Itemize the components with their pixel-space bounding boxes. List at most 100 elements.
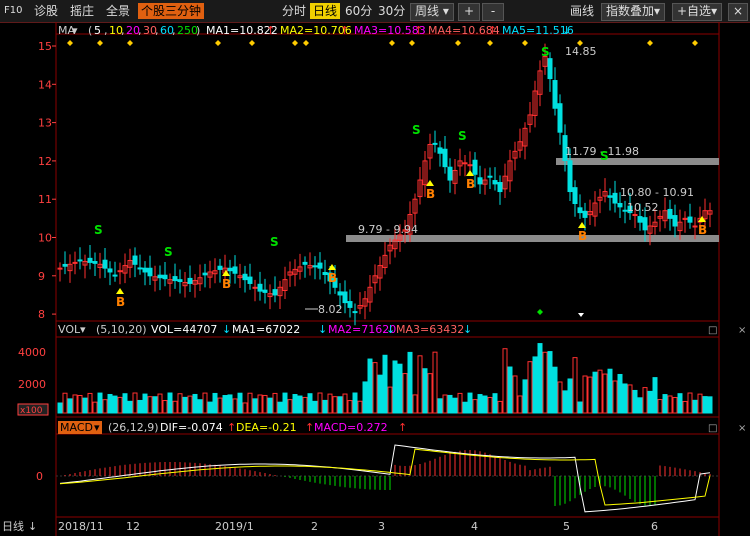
volume-bar [187, 395, 193, 414]
volume-bar [682, 400, 688, 414]
volume-bar [152, 396, 158, 414]
week-label: 周线 [415, 4, 440, 18]
macd-indicator [56, 444, 719, 513]
ma-trend-arrow: ↑ [340, 24, 349, 37]
event-marker-icon [537, 309, 543, 315]
volume-bar [302, 396, 308, 414]
period-tab-60min[interactable]: 60分 [345, 3, 372, 19]
volume-bar [222, 395, 228, 414]
volume-bar [237, 392, 243, 414]
event-marker-icon [692, 40, 698, 46]
macd-label[interactable]: MACD [60, 421, 93, 434]
candle-body [62, 263, 68, 267]
period-indicator[interactable]: 日线 [2, 519, 24, 533]
svg-text:,: , [104, 24, 108, 37]
candle-body [582, 210, 588, 218]
toolbar-item-shake[interactable]: 摇庄 [70, 3, 94, 19]
candle-body [72, 261, 78, 264]
candle-body [217, 265, 223, 270]
volume-bar [117, 396, 123, 414]
close-icon[interactable]: × [728, 3, 748, 21]
candle-body [687, 216, 693, 223]
event-marker-icon [67, 40, 73, 46]
buy-signal: B [328, 271, 337, 285]
price-tick: 11 [38, 193, 52, 206]
candle-body [447, 166, 453, 181]
candle-body [632, 214, 638, 217]
volume-bar [122, 393, 128, 414]
volume-bar [662, 394, 668, 414]
volume-bar [172, 400, 178, 414]
add-watchlist-dropdown[interactable]: +自选▾ [672, 3, 723, 21]
period-select-week[interactable]: 周线 ▾ [410, 3, 454, 21]
volume-bar [282, 392, 288, 414]
range-label-4: 10.52 [627, 201, 659, 214]
volume-bar [627, 384, 633, 414]
period-tab-30min[interactable]: 30分 [378, 3, 405, 19]
period-tab-daily[interactable]: 日线 [310, 3, 341, 19]
volume-bar [567, 378, 573, 414]
volume-bar [617, 373, 623, 414]
sell-signal: S [412, 123, 421, 137]
index-overlay-dropdown[interactable]: 指数叠加▾ [601, 3, 666, 21]
volume-bar [372, 362, 378, 414]
index-overlay-label: 指数叠加 [606, 4, 655, 18]
volume-bar [317, 392, 323, 414]
svg-text:↓: ↓ [222, 323, 231, 336]
sell-signal: S [541, 45, 550, 59]
toolbar-item-diagnose[interactable]: 诊股 [34, 3, 58, 19]
candle-body [242, 273, 248, 281]
candle-body [172, 276, 178, 282]
candle-body [247, 276, 253, 284]
candle-body [252, 286, 258, 289]
f10-button[interactable]: F10 [4, 3, 22, 19]
volume-bar [557, 381, 563, 414]
sell-signal: S [270, 235, 279, 249]
volume-bar [257, 394, 263, 414]
ma-param-5: 5 [94, 24, 101, 37]
ma-trend-arrow: ↓ [562, 24, 571, 37]
candle-body [142, 267, 148, 273]
candle-body [497, 182, 503, 193]
candle-body [672, 215, 678, 227]
price-tick: 14 [38, 78, 52, 91]
volume-bar [87, 392, 93, 414]
volume-bar [437, 398, 443, 414]
candle-body [642, 217, 648, 231]
volume-bar [102, 399, 108, 414]
macd-panel-controls[interactable]: □ × [708, 423, 746, 434]
stock-chart[interactable]: MA ▾ ( 5 , 10 , 20 , 30 , 60 , 250 ) MA1… [0, 22, 750, 536]
toolbar-item-panorama[interactable]: 全景 [106, 3, 130, 19]
draw-line-button[interactable]: 画线 [570, 3, 594, 19]
volume-bar [427, 373, 433, 414]
volume-bar [137, 399, 143, 414]
volume-bar [337, 396, 343, 414]
period-tab-timeshare[interactable]: 分时 [282, 3, 306, 19]
high-price-label: 14.85 [565, 45, 597, 58]
svg-text:↑: ↑ [227, 421, 236, 434]
volume-bar [377, 374, 383, 414]
event-marker-icon [578, 313, 584, 317]
price-tick: 12 [38, 155, 52, 168]
candle-body [467, 164, 473, 167]
volume-bar [517, 395, 523, 414]
indicator-three-minute-tab[interactable]: 个股三分钟 [138, 3, 205, 19]
vol-panel-controls[interactable]: □ × [708, 325, 746, 336]
price-tick: 9 [38, 270, 45, 283]
svg-text:↑: ↑ [305, 421, 314, 434]
volume-bar [497, 400, 503, 414]
svg-text:▾: ▾ [80, 323, 86, 336]
svg-text:↓: ↓ [318, 323, 327, 336]
volume-bar [642, 387, 648, 414]
price-axis: 15 14 13 12 11 10 9 8 [38, 40, 56, 321]
zoom-out-button[interactable]: - [482, 3, 504, 21]
date-label-2019-1: 2019/1 [215, 520, 254, 533]
volume-bar [342, 393, 348, 414]
candle-body [667, 208, 673, 219]
range-label-3: 10.80 - 10.91 [620, 186, 694, 199]
candle-body [492, 180, 498, 185]
candle-body [612, 192, 618, 204]
zoom-in-button[interactable]: + [458, 3, 480, 21]
buy-signal: B [698, 223, 707, 237]
volume-bar [72, 394, 78, 414]
